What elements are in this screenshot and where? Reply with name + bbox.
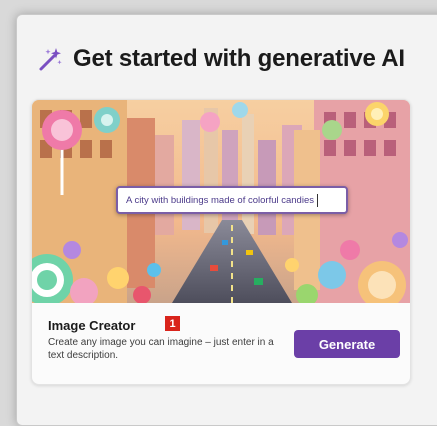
candy-city-image: A city with buildings made of colorful c… <box>32 100 410 303</box>
generative-ai-panel: Get started with generative AI A city wi… <box>16 14 437 426</box>
magic-wand-sparkle-icon <box>39 48 62 71</box>
card-description: Create any image you can imagine – just … <box>48 337 274 361</box>
image-creator-card[interactable]: A city with buildings made of colorful c… <box>31 99 411 385</box>
prompt-input[interactable]: A city with buildings made of colorful c… <box>116 186 348 214</box>
prompt-text: A city with buildings made of colorful c… <box>126 194 314 206</box>
callout-badge: 1 <box>165 316 180 331</box>
card-title: Image Creator <box>48 318 136 333</box>
section-title: Get started with generative AI <box>73 45 405 72</box>
generate-button[interactable]: Generate <box>294 330 400 358</box>
section-heading: Get started with generative AI <box>37 45 405 73</box>
text-cursor <box>317 193 318 207</box>
